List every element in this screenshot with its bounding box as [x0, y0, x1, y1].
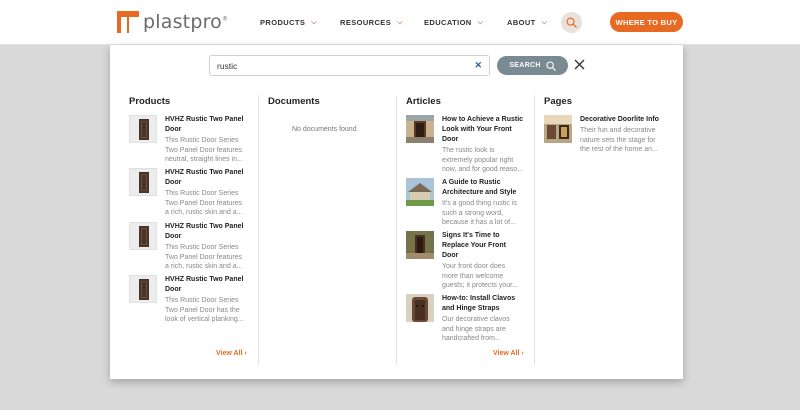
door-thumbnail — [129, 222, 157, 250]
articles-heading: Articles — [406, 96, 441, 107]
chevron-down-icon: ⌵ — [477, 18, 484, 26]
article-result[interactable]: A Guide to Rustic Architecture and Style … — [406, 178, 531, 228]
product-result[interactable]: HVHZ Rustic Two Panel Door This Rustic Do… — [129, 222, 254, 272]
products-heading: Products — [129, 96, 171, 107]
article-result[interactable]: How-to: Install Clavos and Hinge Straps O… — [406, 294, 531, 344]
where-to-buy-button[interactable]: WHERE TO BUY — [610, 12, 683, 32]
product-description: This Rustic Door Series Two Panel Door fe… — [165, 190, 243, 216]
search-field[interactable]: ✕ — [209, 55, 490, 76]
article-description: Our decorative clavos and hinge straps ar… — [442, 316, 510, 342]
product-description: This Rustic Door Series Two Panel Door ha… — [165, 297, 244, 323]
product-title: HVHZ Rustic Two Panel Door — [165, 169, 244, 186]
article-description: It's a good thing rustic is such a strong… — [442, 200, 517, 226]
nav-products-label: PRODUCTS — [260, 18, 306, 27]
chevron-down-icon: ⌵ — [541, 18, 548, 26]
product-title: HVHZ Rustic Two Panel Door — [165, 116, 244, 133]
logo-text: plastpro® — [143, 11, 229, 33]
page-title: Decorative Doorlite Info — [580, 116, 659, 123]
clear-search-icon[interactable]: ✕ — [474, 60, 482, 71]
nav-resources[interactable]: RESOURCES ⌵ — [340, 0, 403, 45]
products-view-all-link[interactable]: View All › — [216, 350, 247, 357]
logo-mark-icon — [117, 11, 139, 33]
no-documents-message: No documents found — [292, 126, 357, 133]
article-title: How to Achieve a Rustic Look with Your Fr… — [442, 116, 524, 143]
nav-about[interactable]: ABOUT ⌵ — [507, 0, 547, 45]
page-result[interactable]: Decorative Doorlite Info Their fun and d… — [544, 115, 674, 155]
page-thumbnail — [544, 115, 572, 143]
site-header: plastpro® PRODUCTS ⌵ RESOURCES ⌵ EDUCATION… — [0, 0, 800, 45]
article-title: How-to: Install Clavos and Hinge Straps — [442, 295, 516, 312]
nav-about-label: ABOUT — [507, 18, 536, 27]
documents-heading: Documents — [268, 96, 320, 107]
chevron-down-icon: ⌵ — [397, 18, 403, 26]
door-thumbnail — [129, 275, 157, 303]
article-description: The rustic look is extremely popular righ… — [442, 147, 523, 173]
column-divider — [396, 95, 397, 365]
product-result[interactable]: HVHZ Rustic Two Panel Door This Rustic Do… — [129, 168, 254, 218]
door-thumbnail — [129, 168, 157, 196]
product-title: HVHZ Rustic Two Panel Door — [165, 276, 244, 293]
column-divider — [258, 95, 259, 365]
nav-education[interactable]: EDUCATION ⌵ — [424, 0, 483, 45]
header-search-button[interactable] — [561, 12, 582, 33]
close-icon[interactable] — [574, 59, 585, 70]
plastpro-logo[interactable]: plastpro® — [117, 10, 228, 34]
search-icon — [566, 17, 577, 28]
search-submit-button[interactable]: SEARCH — [497, 56, 568, 75]
article-title: Signs It's Time to Replace Your Front Door — [442, 232, 506, 259]
article-title: A Guide to Rustic Architecture and Style — [442, 179, 517, 196]
article-thumbnail — [406, 231, 434, 259]
nav-education-label: EDUCATION — [424, 18, 472, 27]
search-submit-label: SEARCH — [509, 62, 541, 69]
chevron-down-icon: ⌵ — [311, 18, 318, 26]
article-result[interactable]: How to Achieve a Rustic Look with Your Fr… — [406, 115, 531, 173]
articles-view-all-link[interactable]: View All › — [493, 350, 524, 357]
product-description: This Rustic Door Series Two Panel Door fe… — [165, 244, 243, 270]
nav-products[interactable]: PRODUCTS ⌵ — [260, 0, 317, 45]
article-thumbnail — [406, 178, 434, 206]
column-divider — [534, 95, 535, 365]
article-result[interactable]: Signs It's Time to Replace Your Front Door… — [406, 231, 531, 289]
search-input[interactable] — [217, 59, 467, 73]
product-title: HVHZ Rustic Two Panel Door — [165, 223, 244, 240]
product-description: This Rustic Door Series Two Panel Door fe… — [165, 137, 243, 163]
product-result[interactable]: HVHZ Rustic Two Panel Door This Rustic Do… — [129, 275, 254, 325]
article-thumbnail — [406, 294, 434, 322]
page-description: Their fun and decorative nature sets the … — [580, 127, 658, 153]
nav-resources-label: RESOURCES — [340, 18, 392, 27]
search-icon — [546, 60, 556, 71]
article-description: Your front door does more than welcome gue… — [442, 263, 518, 289]
search-results-panel: ✕ SEARCH Products Documents Articles Pag… — [110, 45, 683, 379]
pages-heading: Pages — [544, 96, 572, 107]
product-result[interactable]: HVHZ Rustic Two Panel Door This Rustic Do… — [129, 115, 254, 165]
article-thumbnail — [406, 115, 434, 143]
door-thumbnail — [129, 115, 157, 143]
